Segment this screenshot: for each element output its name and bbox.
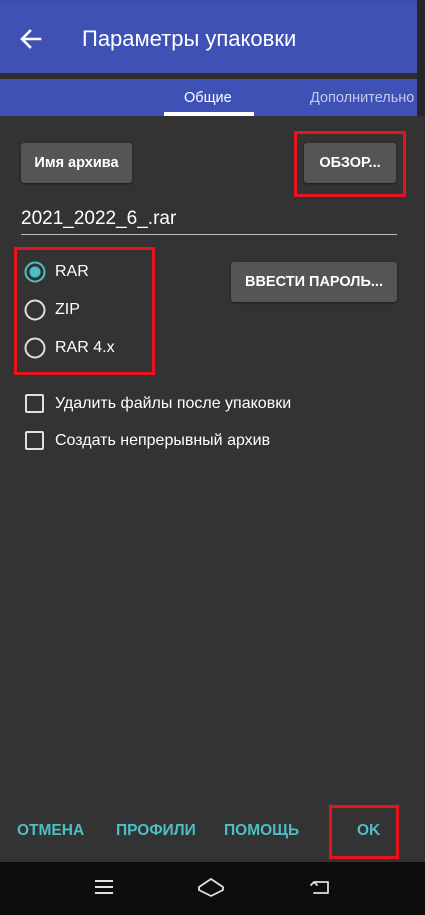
highlight-ok [329,805,399,859]
archive-filename-field[interactable]: 2021_2022_6_.rar [21,208,176,230]
cancel-button[interactable]: ОТМЕНА [17,822,84,840]
solid-archive-checkbox[interactable] [25,431,44,450]
tab-indicator [164,112,254,116]
filename-underline [21,234,397,235]
profiles-button[interactable]: ПРОФИЛИ [116,822,196,840]
tab-bar: Общие Дополнительно [0,79,417,116]
delete-files-checkbox[interactable] [25,394,44,413]
archive-name-button[interactable]: Имя архива [21,143,132,183]
solid-archive-label: Создать непрерывный архив [55,432,271,449]
highlight-formats [14,247,155,375]
enter-password-button[interactable]: ВВЕСТИ ПАРОЛЬ... [231,262,397,302]
delete-files-label: Удалить файлы после упаковки [55,395,292,412]
app-bar: Параметры упаковки [0,6,417,73]
tab-general[interactable]: Общие [184,90,232,106]
edge-shadow [417,0,425,116]
highlight-browse [294,131,406,197]
menu-icon[interactable] [93,876,115,898]
help-button[interactable]: ПОМОЩЬ [224,822,299,840]
page-title: Параметры упаковки [82,26,297,51]
tab-advanced[interactable]: Дополнительно [310,90,414,106]
arrow-left-icon[interactable] [16,24,46,54]
system-nav-bar [0,862,425,915]
back-icon[interactable] [309,876,331,898]
home-icon[interactable] [196,876,226,898]
